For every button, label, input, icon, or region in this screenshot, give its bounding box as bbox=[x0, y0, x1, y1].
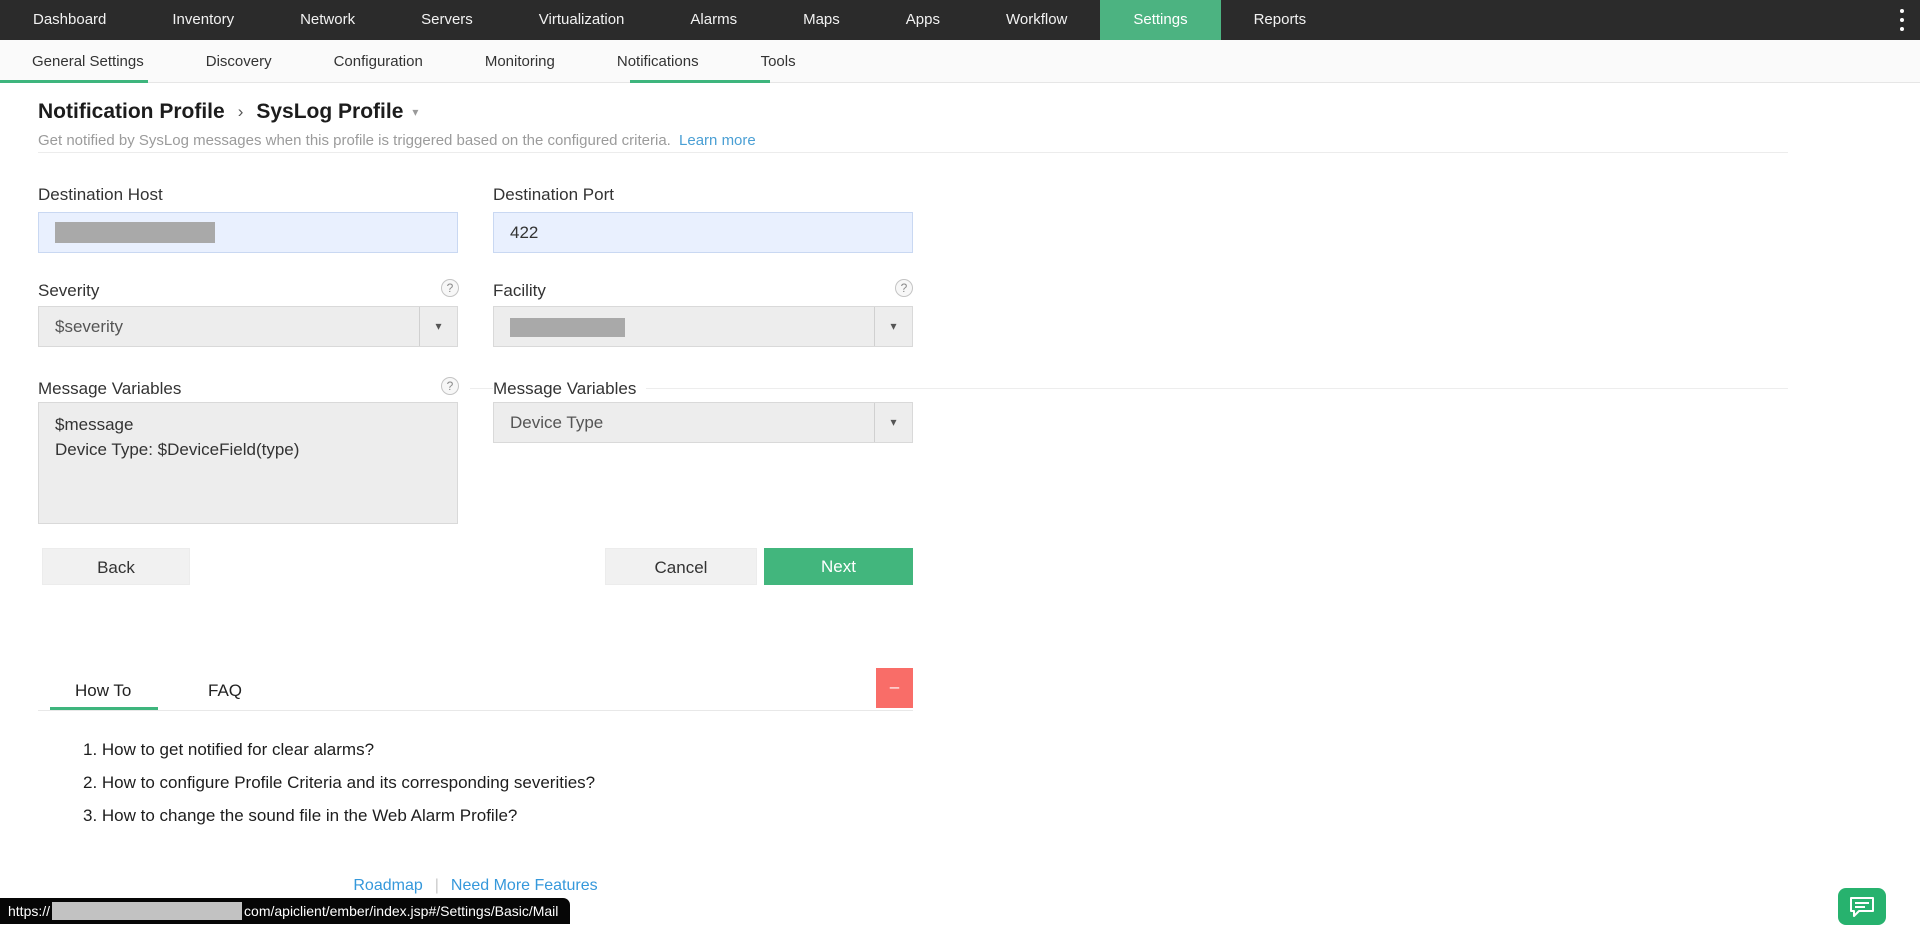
nav-item-dashboard[interactable]: Dashboard bbox=[0, 0, 139, 40]
description-text: Get notified by SysLog messages when thi… bbox=[38, 132, 671, 149]
notifications-active-indicator bbox=[630, 80, 770, 83]
footer-link-separator: | bbox=[434, 877, 439, 894]
facility-select[interactable]: ▾ bbox=[493, 306, 913, 347]
redacted-host-value bbox=[55, 222, 215, 243]
subnav-tab-discovery[interactable]: Discovery bbox=[206, 53, 272, 70]
message-variables-label: Message Variables bbox=[38, 379, 182, 398]
message-variables-selected-value: Device Type bbox=[510, 413, 604, 432]
subnav-tab-configuration[interactable]: Configuration bbox=[334, 53, 423, 70]
severity-select[interactable]: $severity ▾ bbox=[38, 306, 458, 347]
faint-divider bbox=[470, 388, 1788, 389]
cancel-button[interactable]: Cancel bbox=[605, 548, 757, 585]
learn-more-link[interactable]: Learn more bbox=[679, 132, 756, 149]
need-more-features-link[interactable]: Need More Features bbox=[451, 877, 598, 895]
chat-bubble-icon bbox=[1850, 896, 1874, 917]
destination-port-input[interactable]: 422 bbox=[493, 212, 913, 253]
breadcrumb: Notification Profile › SysLog Profile ▾ bbox=[38, 100, 418, 124]
top-navigation: Dashboard Inventory Network Servers Virt… bbox=[0, 0, 1920, 40]
message-variables-help-icon[interactable]: ? bbox=[441, 377, 459, 395]
help-item-sound-file[interactable]: 3. How to change the sound file in the W… bbox=[83, 806, 517, 826]
help-item-clear-alarms[interactable]: 1. How to get notified for clear alarms? bbox=[83, 740, 374, 760]
subnav-tab-notifications[interactable]: Notifications bbox=[617, 53, 699, 70]
link-status-bar: https:// com/apiclient/ember/index.jsp#/… bbox=[0, 898, 571, 924]
help-item-profile-criteria[interactable]: 2. How to configure Profile Criteria and… bbox=[83, 773, 595, 793]
minimize-help-button[interactable]: – bbox=[876, 668, 913, 708]
status-url-prefix: https:// bbox=[8, 903, 51, 919]
subnav-tab-tools[interactable]: Tools bbox=[761, 53, 796, 70]
help-card-divider bbox=[38, 710, 913, 711]
nav-item-settings[interactable]: Settings bbox=[1100, 0, 1221, 40]
overflow-menu-icon[interactable] bbox=[1900, 9, 1906, 31]
status-url-suffix: com/apiclient/ember/index.jsp#/Settings/… bbox=[244, 903, 559, 919]
subnav-tab-general-settings[interactable]: General Settings bbox=[32, 53, 144, 70]
severity-selected-value: $severity bbox=[55, 317, 124, 336]
message-variables-dropdown-caret-icon[interactable]: ▾ bbox=[874, 403, 912, 442]
destination-host-input[interactable] bbox=[38, 212, 458, 253]
nav-item-workflow[interactable]: Workflow bbox=[973, 0, 1100, 40]
nav-item-reports[interactable]: Reports bbox=[1221, 0, 1340, 40]
nav-item-network[interactable]: Network bbox=[267, 0, 388, 40]
app-root: Dashboard Inventory Network Servers Virt… bbox=[0, 0, 1920, 926]
roadmap-link[interactable]: Roadmap bbox=[353, 877, 422, 895]
profile-dropdown-caret-icon[interactable]: ▾ bbox=[412, 105, 418, 119]
back-button[interactable]: Back bbox=[42, 548, 190, 585]
destination-port-label: Destination Port bbox=[493, 185, 614, 204]
subnav-tab-monitoring[interactable]: Monitoring bbox=[485, 53, 555, 70]
redacted-domain bbox=[52, 902, 243, 920]
nav-item-maps[interactable]: Maps bbox=[770, 0, 873, 40]
general-settings-active-indicator bbox=[0, 80, 148, 83]
destination-host-label: Destination Host bbox=[38, 185, 163, 204]
support-chat-button[interactable] bbox=[1838, 888, 1886, 925]
nav-item-virtualization[interactable]: Virtualization bbox=[506, 0, 658, 40]
nav-item-alarms[interactable]: Alarms bbox=[657, 0, 770, 40]
nav-item-inventory[interactable]: Inventory bbox=[139, 0, 267, 40]
nav-item-apps[interactable]: Apps bbox=[873, 0, 973, 40]
settings-sub-navigation: General Settings Discovery Configuration… bbox=[0, 40, 1920, 83]
facility-help-icon[interactable]: ? bbox=[895, 279, 913, 297]
page-title-syslog-profile: SysLog Profile bbox=[256, 100, 404, 123]
severity-label: Severity bbox=[38, 281, 100, 300]
message-variables-select-label: Message Variables bbox=[493, 379, 647, 399]
section-divider bbox=[38, 152, 1788, 153]
message-variables-select[interactable]: Device Type ▾ bbox=[493, 402, 913, 443]
message-variables-textarea[interactable]: $message Device Type: $DeviceField(type) bbox=[38, 402, 458, 524]
tab-how-to[interactable]: How To bbox=[75, 681, 131, 701]
facility-dropdown-caret-icon[interactable]: ▾ bbox=[874, 307, 912, 346]
severity-dropdown-caret-icon[interactable]: ▾ bbox=[419, 307, 457, 346]
nav-item-servers[interactable]: Servers bbox=[388, 0, 506, 40]
facility-label: Facility bbox=[493, 281, 546, 300]
page-description: Get notified by SysLog messages when thi… bbox=[38, 132, 756, 149]
redacted-facility-value bbox=[510, 318, 625, 337]
breadcrumb-separator: › bbox=[237, 102, 244, 121]
severity-help-icon[interactable]: ? bbox=[441, 279, 459, 297]
help-card-footer: Roadmap | Need More Features bbox=[38, 877, 913, 895]
breadcrumb-notification-profile[interactable]: Notification Profile bbox=[38, 100, 225, 124]
tab-faq[interactable]: FAQ bbox=[208, 681, 242, 701]
next-button[interactable]: Next bbox=[764, 548, 913, 585]
